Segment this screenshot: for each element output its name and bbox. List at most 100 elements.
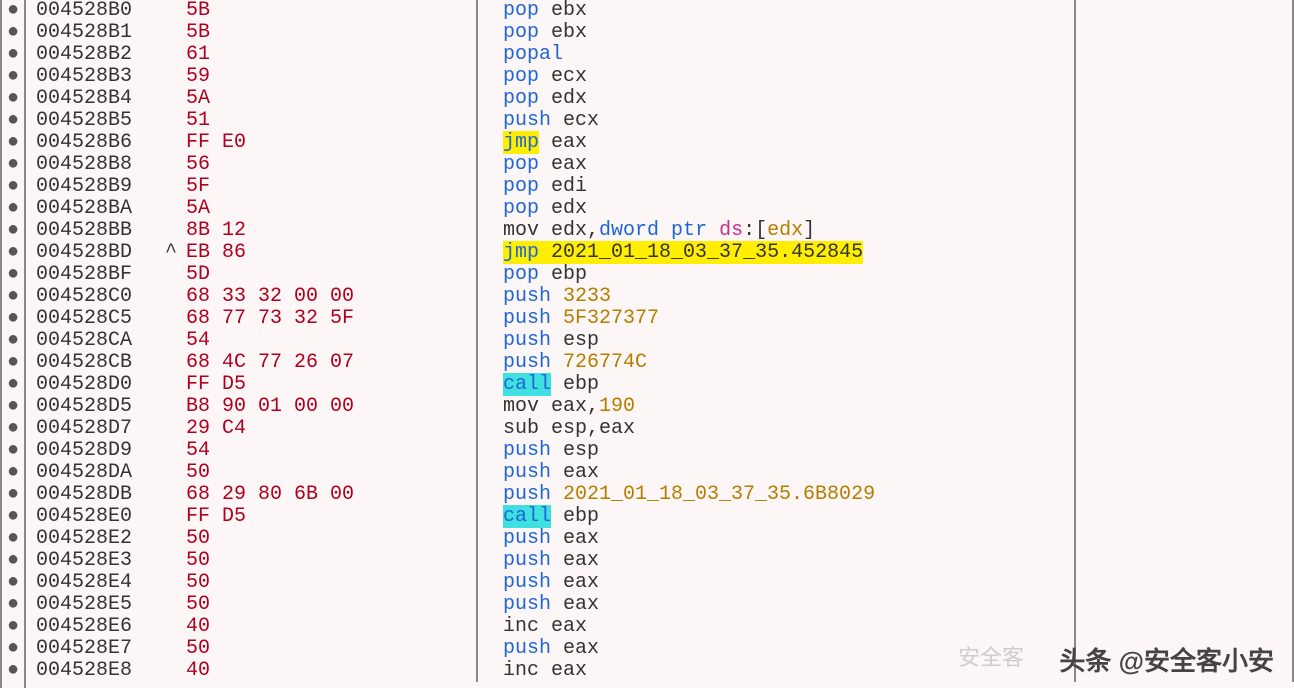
breakpoint-dot[interactable]: ● bbox=[2, 660, 24, 682]
jump-marker bbox=[156, 638, 186, 660]
breakpoint-dot[interactable]: ● bbox=[2, 638, 24, 660]
jump-marker bbox=[156, 220, 186, 242]
jump-marker bbox=[156, 176, 186, 198]
address-cell: 004528B3 bbox=[26, 66, 156, 88]
disasm-row[interactable]: 004528DA50push eax bbox=[26, 462, 1294, 484]
bytes-cell: 50 bbox=[186, 638, 476, 660]
comment-cell bbox=[1074, 176, 1294, 198]
bytes-cell: 40 bbox=[186, 616, 476, 638]
breakpoint-dot[interactable]: ● bbox=[2, 264, 24, 286]
breakpoint-dot[interactable]: ● bbox=[2, 330, 24, 352]
address-cell: 004528E5 bbox=[26, 594, 156, 616]
asm-cell: push esp bbox=[476, 440, 1074, 462]
comment-cell bbox=[1074, 484, 1294, 506]
breakpoint-dot[interactable]: ● bbox=[2, 44, 24, 66]
comment-cell bbox=[1074, 154, 1294, 176]
comment-cell bbox=[1074, 374, 1294, 396]
breakpoint-dot[interactable]: ● bbox=[2, 594, 24, 616]
disasm-row[interactable]: 004528CA54push esp bbox=[26, 330, 1294, 352]
asm-cell: mov eax,190 bbox=[476, 396, 1074, 418]
breakpoint-dot[interactable]: ● bbox=[2, 0, 24, 22]
breakpoint-dot[interactable]: ● bbox=[2, 616, 24, 638]
asm-cell: jmp eax bbox=[476, 132, 1074, 154]
address-cell: 004528B5 bbox=[26, 110, 156, 132]
breakpoint-dot[interactable]: ● bbox=[2, 66, 24, 88]
disasm-row[interactable]: 004528D954push esp bbox=[26, 440, 1294, 462]
disasm-row[interactable]: 004528D5B8 90 01 00 00mov eax,190 bbox=[26, 396, 1294, 418]
breakpoint-dot[interactable]: ● bbox=[2, 352, 24, 374]
disasm-row[interactable]: 004528E0FF D5call ebp bbox=[26, 506, 1294, 528]
breakpoint-dot[interactable]: ● bbox=[2, 396, 24, 418]
disasm-row[interactable]: 004528B95Fpop edi bbox=[26, 176, 1294, 198]
disassembly-panel: ●●●●●●●●●●●●●●●●●●●●●●●●●●●●●●● 004528B0… bbox=[0, 0, 1294, 688]
breakpoint-dot[interactable]: ● bbox=[2, 242, 24, 264]
disasm-row[interactable]: 004528E450push eax bbox=[26, 572, 1294, 594]
disasm-row[interactable]: 004528E350push eax bbox=[26, 550, 1294, 572]
breakpoint-dot[interactable]: ● bbox=[2, 22, 24, 44]
asm-cell: call ebp bbox=[476, 506, 1074, 528]
breakpoint-dot[interactable]: ● bbox=[2, 198, 24, 220]
breakpoint-dot[interactable]: ● bbox=[2, 176, 24, 198]
jump-marker bbox=[156, 528, 186, 550]
comment-cell bbox=[1074, 308, 1294, 330]
disasm-row[interactable]: 004528CB68 4C 77 26 07push 726774C bbox=[26, 352, 1294, 374]
bytes-cell: 5D bbox=[186, 264, 476, 286]
disasm-row[interactable]: 004528E250push eax bbox=[26, 528, 1294, 550]
address-cell: 004528BD bbox=[26, 242, 156, 264]
bytes-cell: 50 bbox=[186, 528, 476, 550]
jump-marker bbox=[156, 550, 186, 572]
disasm-row[interactable]: 004528B45Apop edx bbox=[26, 88, 1294, 110]
asm-cell: pop ebx bbox=[476, 0, 1074, 22]
bytes-cell: 54 bbox=[186, 330, 476, 352]
breakpoint-dot[interactable]: ● bbox=[2, 506, 24, 528]
bytes-cell: 50 bbox=[186, 572, 476, 594]
breakpoint-dot[interactable]: ● bbox=[2, 220, 24, 242]
breakpoint-dot[interactable]: ● bbox=[2, 462, 24, 484]
breakpoint-dot[interactable]: ● bbox=[2, 308, 24, 330]
breakpoint-gutter[interactable]: ●●●●●●●●●●●●●●●●●●●●●●●●●●●●●●● bbox=[2, 0, 26, 688]
jump-marker bbox=[156, 22, 186, 44]
disasm-row[interactable]: 004528E550push eax bbox=[26, 594, 1294, 616]
disasm-row[interactable]: 004528C068 33 32 00 00push 3233 bbox=[26, 286, 1294, 308]
disasm-row[interactable]: 004528B551push ecx bbox=[26, 110, 1294, 132]
bytes-cell: 61 bbox=[186, 44, 476, 66]
jump-marker bbox=[156, 462, 186, 484]
address-cell: 004528C5 bbox=[26, 308, 156, 330]
disasm-row[interactable]: 004528BA5Apop edx bbox=[26, 198, 1294, 220]
breakpoint-dot[interactable]: ● bbox=[2, 286, 24, 308]
bytes-cell: 54 bbox=[186, 440, 476, 462]
disasm-row[interactable]: 004528B359pop ecx bbox=[26, 66, 1294, 88]
disassembly-rows: 004528B05Bpop ebx004528B15Bpop ebx004528… bbox=[26, 0, 1294, 688]
disasm-row[interactable]: 004528B856pop eax bbox=[26, 154, 1294, 176]
breakpoint-dot[interactable]: ● bbox=[2, 154, 24, 176]
breakpoint-dot[interactable]: ● bbox=[2, 572, 24, 594]
breakpoint-dot[interactable]: ● bbox=[2, 550, 24, 572]
jump-marker bbox=[156, 352, 186, 374]
disasm-row[interactable]: 004528DB68 29 80 6B 00push 2021_01_18_03… bbox=[26, 484, 1294, 506]
disasm-row[interactable]: 004528BF5Dpop ebp bbox=[26, 264, 1294, 286]
bytes-cell: EB 86 bbox=[186, 242, 476, 264]
disasm-row[interactable]: 004528D0FF D5call ebp bbox=[26, 374, 1294, 396]
bytes-cell: 68 4C 77 26 07 bbox=[186, 352, 476, 374]
disasm-row[interactable]: 004528B15Bpop ebx bbox=[26, 22, 1294, 44]
disasm-row[interactable]: 004528B05Bpop ebx bbox=[26, 0, 1294, 22]
bytes-cell: 56 bbox=[186, 154, 476, 176]
disasm-row[interactable]: 004528B261popal bbox=[26, 44, 1294, 66]
disasm-row[interactable]: 004528C568 77 73 32 5Fpush 5F327377 bbox=[26, 308, 1294, 330]
disasm-row[interactable]: 004528B6FF E0jmp eax bbox=[26, 132, 1294, 154]
breakpoint-dot[interactable]: ● bbox=[2, 132, 24, 154]
breakpoint-dot[interactable]: ● bbox=[2, 110, 24, 132]
breakpoint-dot[interactable]: ● bbox=[2, 418, 24, 440]
breakpoint-dot[interactable]: ● bbox=[2, 528, 24, 550]
disasm-row[interactable]: 004528D729 C4sub esp,eax bbox=[26, 418, 1294, 440]
disasm-row[interactable]: 004528BB8B 12mov edx,dword ptr ds:[edx] bbox=[26, 220, 1294, 242]
breakpoint-dot[interactable]: ● bbox=[2, 374, 24, 396]
asm-cell: pop edx bbox=[476, 198, 1074, 220]
breakpoint-dot[interactable]: ● bbox=[2, 440, 24, 462]
disasm-row[interactable]: 004528E640inc eax bbox=[26, 616, 1294, 638]
address-cell: 004528E6 bbox=[26, 616, 156, 638]
breakpoint-dot[interactable]: ● bbox=[2, 88, 24, 110]
disasm-row[interactable]: 004528BD^EB 86jmp 2021_01_18_03_37_35.45… bbox=[26, 242, 1294, 264]
bytes-cell: 5A bbox=[186, 88, 476, 110]
breakpoint-dot[interactable]: ● bbox=[2, 484, 24, 506]
